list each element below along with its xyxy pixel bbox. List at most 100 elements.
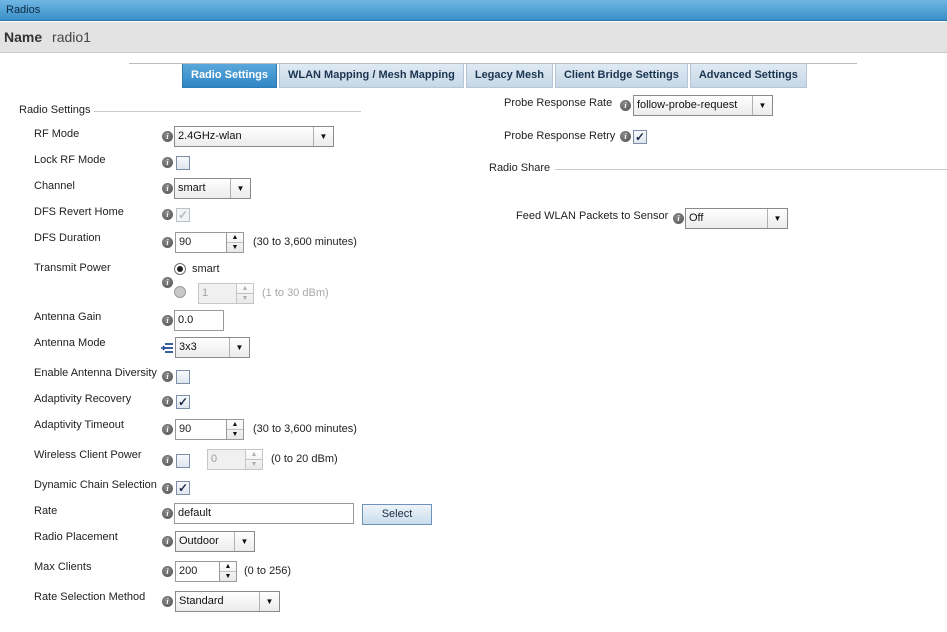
tab-wlan-mapping[interactable]: WLAN Mapping / Mesh Mapping bbox=[279, 64, 464, 88]
rate-selection-method-value: Standard bbox=[179, 595, 224, 607]
info-icon[interactable]: i bbox=[162, 237, 173, 248]
spin-up-icon[interactable]: ▲ bbox=[227, 233, 243, 243]
max-clients-label: Max Clients bbox=[34, 561, 92, 573]
info-icon[interactable]: i bbox=[162, 596, 173, 607]
dfs-duration-spin-buttons: ▲ ▼ bbox=[227, 232, 244, 253]
radio-placement-label: Radio Placement bbox=[34, 531, 118, 543]
dfs-duration-label: DFS Duration bbox=[34, 232, 101, 244]
antenna-gain-label: Antenna Gain bbox=[34, 311, 102, 323]
info-icon[interactable]: i bbox=[162, 566, 173, 577]
feed-wlan-label: Feed WLAN Packets to Sensor bbox=[516, 210, 669, 222]
spin-down-icon[interactable]: ▼ bbox=[227, 243, 243, 253]
tab-radio-settings[interactable]: Radio Settings bbox=[182, 64, 278, 88]
info-icon[interactable]: i bbox=[673, 213, 684, 224]
rate-input[interactable]: default bbox=[174, 503, 354, 524]
name-value: radio1 bbox=[52, 29, 91, 45]
radio-settings-section-rule bbox=[94, 111, 361, 112]
transmit-power-spin-buttons: ▲ ▼ bbox=[237, 283, 254, 304]
info-icon[interactable]: i bbox=[162, 315, 173, 326]
dfs-revert-home-label: DFS Revert Home bbox=[34, 206, 124, 218]
rate-selection-method-select[interactable]: Standard ▼ bbox=[175, 591, 280, 612]
wireless-client-power-stepper[interactable]: 0 ▲ ▼ bbox=[207, 449, 263, 470]
dfs-duration-hint: (30 to 3,600 minutes) bbox=[253, 236, 357, 248]
info-icon[interactable]: i bbox=[162, 371, 173, 382]
transmit-power-label: Transmit Power bbox=[34, 262, 111, 274]
adaptivity-timeout-label: Adaptivity Timeout bbox=[34, 419, 124, 431]
spin-up-icon[interactable]: ▲ bbox=[237, 284, 253, 294]
enable-antenna-diversity-checkbox[interactable] bbox=[176, 370, 190, 384]
probe-response-retry-checkbox[interactable]: ✓ bbox=[633, 130, 647, 144]
channel-select[interactable]: smart ▼ bbox=[174, 178, 251, 199]
info-icon[interactable]: i bbox=[162, 455, 173, 466]
name-label: Name bbox=[4, 29, 43, 45]
info-icon[interactable]: i bbox=[162, 157, 173, 168]
radio-placement-select[interactable]: Outdoor ▼ bbox=[175, 531, 255, 552]
tab-strip: Radio Settings WLAN Mapping / Mesh Mappi… bbox=[182, 64, 809, 88]
probe-response-rate-select[interactable]: follow-probe-request ▼ bbox=[633, 95, 773, 116]
rf-mode-value: 2.4GHz-wlan bbox=[178, 130, 242, 142]
dfs-duration-stepper[interactable]: 90 ▲ ▼ bbox=[175, 232, 245, 253]
transmit-power-stepper[interactable]: 1 ▲ ▼ bbox=[198, 283, 254, 304]
spin-up-icon[interactable]: ▲ bbox=[220, 562, 236, 572]
spin-down-icon[interactable]: ▼ bbox=[237, 294, 253, 304]
adaptivity-timeout-stepper[interactable]: 90 ▲ ▼ bbox=[175, 419, 245, 440]
chevron-down-icon: ▼ bbox=[259, 592, 279, 611]
tab-advanced-settings[interactable]: Advanced Settings bbox=[689, 64, 807, 88]
channel-value: smart bbox=[178, 182, 206, 194]
feed-wlan-select[interactable]: Off ▼ bbox=[685, 208, 788, 229]
spin-down-icon[interactable]: ▼ bbox=[220, 572, 236, 582]
max-clients-input[interactable]: 200 bbox=[175, 561, 220, 582]
info-icon[interactable]: i bbox=[162, 209, 173, 220]
max-clients-stepper[interactable]: 200 ▲ ▼ bbox=[175, 561, 238, 582]
info-icon[interactable]: i bbox=[162, 183, 173, 194]
info-icon[interactable]: i bbox=[620, 100, 631, 111]
chevron-down-icon: ▼ bbox=[767, 209, 787, 228]
dynamic-chain-selection-checkbox[interactable]: ✓ bbox=[176, 481, 190, 495]
wireless-client-power-label: Wireless Client Power bbox=[34, 449, 142, 461]
max-clients-spin-buttons: ▲ ▼ bbox=[220, 561, 237, 582]
chevron-down-icon: ▼ bbox=[230, 179, 250, 198]
info-icon[interactable]: i bbox=[162, 424, 173, 435]
adaptivity-recovery-checkbox[interactable]: ✓ bbox=[176, 395, 190, 409]
spin-down-icon[interactable]: ▼ bbox=[227, 430, 243, 440]
info-icon[interactable]: i bbox=[162, 483, 173, 494]
tab-legacy-mesh[interactable]: Legacy Mesh bbox=[465, 64, 553, 88]
window-title: Radios bbox=[6, 4, 41, 16]
window-title-bar: Radios bbox=[0, 0, 947, 21]
rf-mode-select[interactable]: 2.4GHz-wlan ▼ bbox=[174, 126, 334, 147]
wireless-client-power-hint: (0 to 20 dBm) bbox=[271, 453, 338, 465]
check-icon: ✓ bbox=[177, 395, 189, 409]
info-icon[interactable]: i bbox=[620, 131, 631, 142]
spin-up-icon[interactable]: ▲ bbox=[246, 450, 262, 460]
info-icon[interactable]: i bbox=[162, 508, 173, 519]
lock-rf-mode-label: Lock RF Mode bbox=[34, 154, 106, 166]
rf-mode-label: RF Mode bbox=[34, 128, 80, 140]
info-icon[interactable]: i bbox=[162, 131, 173, 142]
wireless-client-power-input[interactable]: 0 bbox=[207, 449, 246, 470]
wireless-client-power-checkbox[interactable] bbox=[176, 454, 190, 468]
probe-response-rate-label: Probe Response Rate bbox=[504, 97, 613, 109]
info-icon[interactable]: i bbox=[162, 277, 173, 288]
transmit-power-input[interactable]: 1 bbox=[198, 283, 237, 304]
radio-settings-section-title: Radio Settings bbox=[19, 104, 91, 116]
dfs-duration-input[interactable]: 90 bbox=[175, 232, 227, 253]
antenna-mode-icon[interactable] bbox=[160, 342, 174, 354]
probe-response-rate-value: follow-probe-request bbox=[637, 99, 738, 111]
info-icon[interactable]: i bbox=[162, 536, 173, 547]
adaptivity-timeout-input[interactable]: 90 bbox=[175, 419, 227, 440]
transmit-power-value-radio[interactable] bbox=[174, 286, 186, 298]
radio-share-section-title: Radio Share bbox=[489, 162, 551, 174]
spin-down-icon[interactable]: ▼ bbox=[246, 460, 262, 470]
info-icon[interactable]: i bbox=[162, 396, 173, 407]
antenna-gain-input[interactable]: 0.0 bbox=[174, 310, 224, 331]
spin-up-icon[interactable]: ▲ bbox=[227, 420, 243, 430]
chevron-down-icon: ▼ bbox=[229, 338, 249, 357]
tab-client-bridge-settings[interactable]: Client Bridge Settings bbox=[554, 64, 688, 88]
transmit-power-smart-radio[interactable] bbox=[174, 263, 186, 275]
lock-rf-mode-checkbox[interactable] bbox=[176, 156, 190, 170]
rate-select-button[interactable]: Select bbox=[362, 504, 432, 525]
dfs-revert-home-checkbox[interactable]: ✓ bbox=[176, 208, 190, 222]
transmit-power-hint: (1 to 30 dBm) bbox=[262, 287, 329, 299]
antenna-mode-select[interactable]: 3x3 ▼ bbox=[175, 337, 250, 358]
dynamic-chain-selection-label: Dynamic Chain Selection bbox=[34, 479, 157, 491]
